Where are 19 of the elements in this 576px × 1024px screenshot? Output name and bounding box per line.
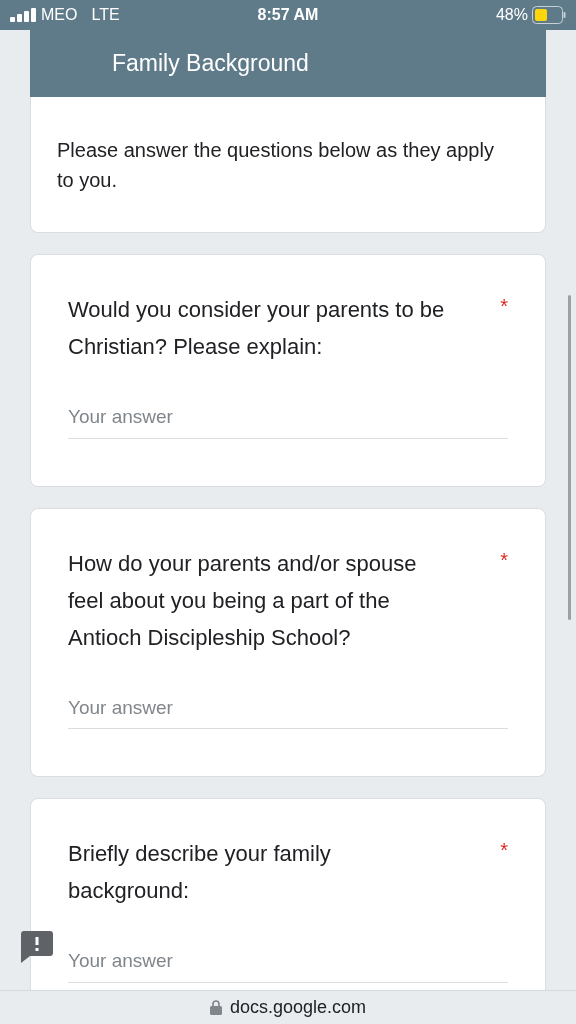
answer-field[interactable]: Your answer xyxy=(68,947,508,983)
description-text: Please answer the questions below as they apply to you. xyxy=(57,138,495,193)
battery-icon xyxy=(532,6,566,24)
carrier-label: MEO xyxy=(41,5,78,25)
answer-field[interactable]: Your answer xyxy=(68,693,508,729)
section-title: Family Background xyxy=(112,49,309,79)
required-asterisk: * xyxy=(500,294,508,319)
network-label: LTE xyxy=(91,5,120,25)
url-text[interactable]: docs.google.com xyxy=(229,994,367,1021)
signal-icon xyxy=(10,8,36,22)
question-text: Would you consider your parents to be Christian? Please explain: xyxy=(68,296,446,361)
required-asterisk: * xyxy=(500,547,508,573)
required-asterisk: * xyxy=(500,838,508,863)
battery-percent: 48% xyxy=(495,5,528,25)
question-text: Briefly describe your family background: xyxy=(68,840,332,905)
clock: 8:57 AM xyxy=(257,5,319,25)
question-text: How do your parents and/or spouse feel about you being a part of the Antioch Discipleship School? xyxy=(68,549,418,652)
lock-icon xyxy=(209,1000,222,1015)
answer-field[interactable]: Your answer xyxy=(68,403,508,439)
